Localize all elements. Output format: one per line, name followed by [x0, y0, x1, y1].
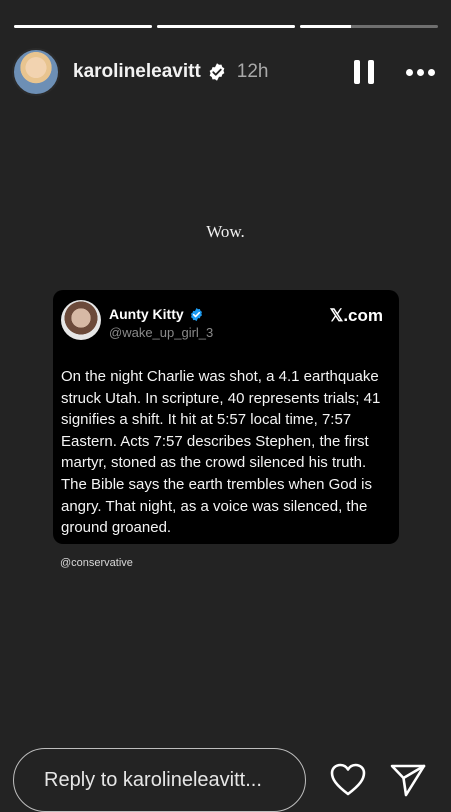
- mention-tag[interactable]: @conservative: [60, 557, 133, 569]
- verified-badge-icon: [207, 62, 227, 82]
- tweet-avatar: [61, 300, 101, 340]
- reply-input[interactable]: Reply to karolineleavitt...: [13, 748, 306, 812]
- username[interactable]: karolineleavitt: [73, 61, 201, 83]
- tweet-author-name: Aunty Kitty: [109, 306, 184, 322]
- tweet-card: Aunty Kitty @wake_up_girl_3 𝕏.com On the…: [53, 290, 399, 544]
- story-caption: Wow.: [206, 222, 245, 241]
- tweet-verified-icon: [189, 307, 204, 322]
- more-options-icon[interactable]: [406, 68, 435, 76]
- story-progress-bar: [14, 25, 438, 28]
- avatar[interactable]: [12, 48, 60, 96]
- tweet-handle: @wake_up_girl_3: [109, 325, 214, 340]
- progress-segment: [300, 25, 438, 28]
- pause-icon[interactable]: [354, 60, 374, 84]
- progress-segment: [157, 25, 295, 28]
- tweet-body: On the night Charlie was shot, a 4.1 ear…: [61, 368, 381, 537]
- tweet-source: 𝕏.com: [329, 306, 383, 325]
- heart-icon[interactable]: [330, 763, 366, 797]
- send-icon[interactable]: [390, 763, 426, 797]
- story-header: karolineleavitt 12h: [12, 47, 437, 97]
- progress-segment: [14, 25, 152, 28]
- post-time: 12h: [236, 61, 269, 82]
- reply-placeholder: Reply to karolineleavitt...: [44, 768, 262, 791]
